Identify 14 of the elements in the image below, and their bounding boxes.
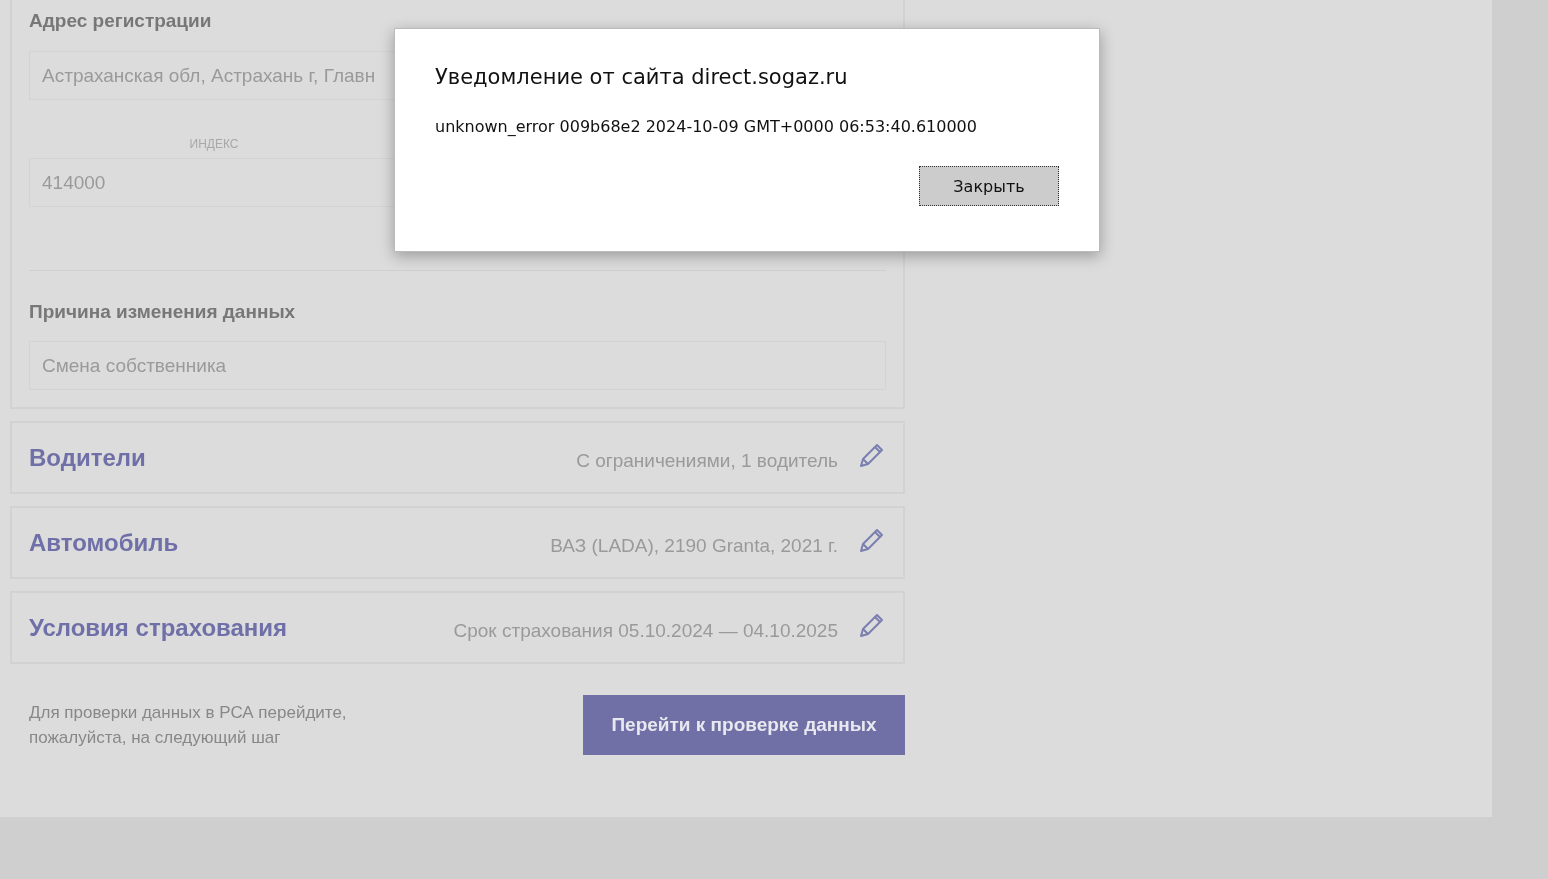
- field-label: Причина изменения данных: [29, 301, 297, 323]
- dialog-title: Уведомление от сайта direct.sogaz.ru: [435, 65, 848, 89]
- reason-field[interactable]: Смена собственника: [29, 341, 886, 390]
- section-summary: Срок страхования 05.10.2024 — 04.10.2025: [453, 619, 838, 642]
- section-title: Автомобиль: [29, 528, 179, 557]
- section-title: Водители: [29, 443, 146, 472]
- section-summary: С ограничениями, 1 водитель: [576, 449, 838, 472]
- next-step-button[interactable]: Перейти к проверке данных: [583, 695, 905, 755]
- close-button[interactable]: Закрыть: [919, 166, 1059, 206]
- dialog-message: unknown_error 009b68e2 2024-10-09 GMT+0000 06:53:40.610000: [435, 117, 977, 136]
- section-title: Условия страхования: [29, 613, 288, 642]
- section-summary: ВАЗ (LADA), 2190 Granta, 2021 г.: [550, 534, 838, 557]
- field-label: Адрес регистрации: [29, 10, 213, 32]
- hint-text: Для проверки данных в РСА перейдите, пожалуйста, на следующий шаг: [29, 702, 348, 749]
